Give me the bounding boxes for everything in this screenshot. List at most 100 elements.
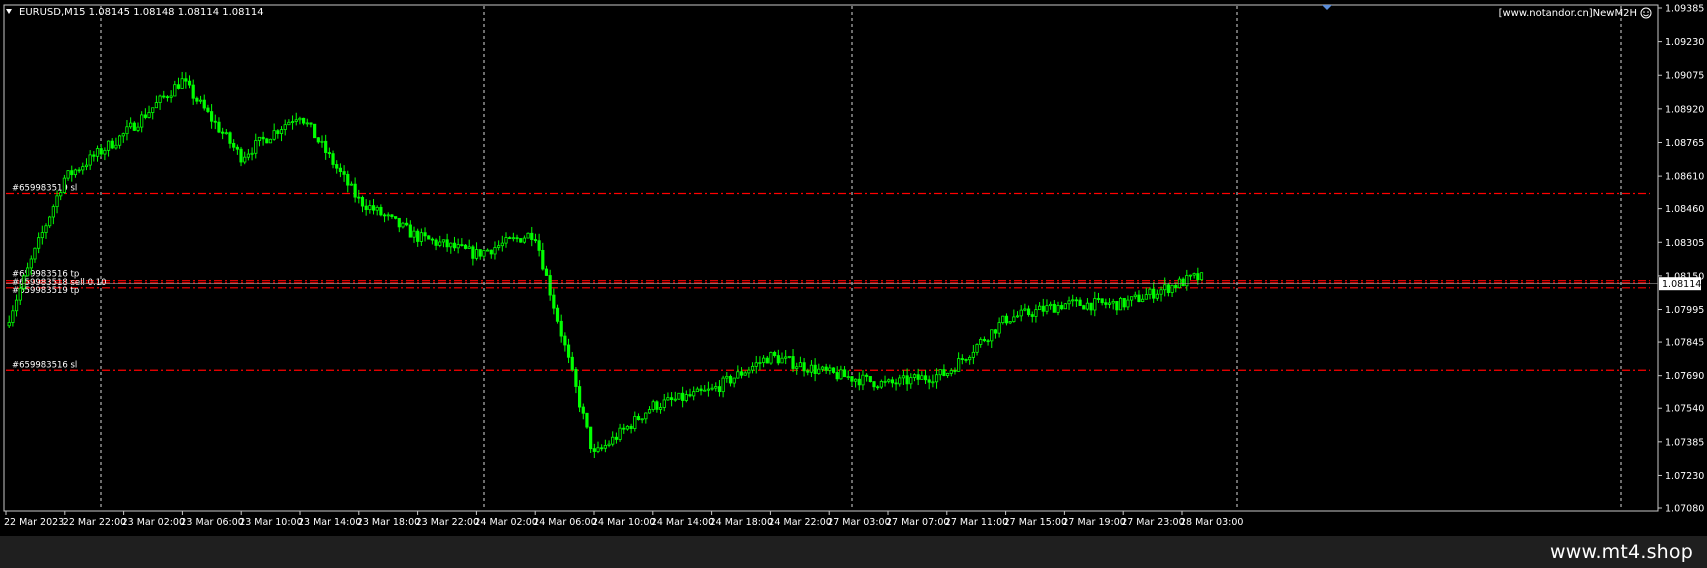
candle-body — [758, 362, 762, 364]
candle-body — [717, 386, 722, 393]
candle-body — [37, 237, 41, 249]
candle-body — [618, 427, 622, 440]
candle-body — [916, 374, 920, 380]
candle-body — [485, 249, 490, 252]
candle[interactable] — [62, 174, 67, 195]
candle-body — [934, 374, 939, 383]
candle-body — [644, 412, 648, 420]
candle[interactable] — [677, 392, 681, 400]
candle-body — [739, 371, 744, 376]
candle-body — [773, 351, 777, 356]
candle-body — [44, 225, 48, 233]
x-tick-label: 24 Mar 10:00 — [592, 517, 655, 528]
candle-body — [710, 387, 714, 390]
candle-body — [500, 242, 504, 247]
candle-body — [1152, 288, 1156, 299]
candle[interactable] — [1118, 296, 1123, 311]
candle-body — [397, 217, 401, 228]
candle-body — [206, 107, 210, 112]
candle[interactable] — [268, 138, 273, 144]
x-tick-label: 27 Mar 03:00 — [827, 517, 890, 528]
candle-body — [839, 369, 843, 380]
candle-body — [905, 375, 909, 385]
candle-body — [360, 197, 365, 207]
candle-body — [14, 299, 19, 312]
candle-body — [508, 237, 512, 239]
candle-body — [519, 238, 523, 243]
candle-body — [684, 394, 688, 401]
candle-body — [835, 372, 839, 380]
candle-body — [515, 237, 519, 240]
candle-body — [368, 205, 372, 211]
candle-body — [1115, 300, 1119, 311]
candle[interactable] — [1063, 302, 1067, 310]
candle-body — [228, 132, 232, 144]
candle[interactable] — [265, 137, 269, 144]
y-tick-label: 1.07540 — [1665, 404, 1704, 415]
candle[interactable] — [831, 367, 836, 374]
x-tick-label: 23 Mar 06:00 — [180, 517, 243, 528]
x-tick-label: 27 Mar 19:00 — [1062, 517, 1125, 528]
candle-body — [217, 121, 221, 133]
candle[interactable] — [868, 376, 872, 383]
candle-body — [463, 244, 468, 249]
y-tick-label: 1.07995 — [1665, 305, 1704, 316]
candle-body — [213, 120, 217, 123]
candle-body — [762, 357, 766, 363]
candle-body — [699, 388, 703, 392]
candle-body — [681, 392, 685, 401]
indicator-label: [www.notandor.cn]NewM2H — [1499, 8, 1637, 19]
candle-body — [103, 149, 107, 155]
candle-body — [1122, 297, 1126, 308]
candle-body — [798, 362, 803, 368]
candle-body — [250, 152, 254, 155]
candle-body — [960, 358, 964, 360]
candle[interactable] — [463, 244, 468, 250]
candle-body — [625, 425, 630, 430]
current-price-label: 1.08114 — [1662, 279, 1701, 290]
candle-body — [971, 351, 975, 358]
candle[interactable] — [22, 274, 26, 292]
candle-body — [1137, 294, 1141, 303]
candle-body — [187, 80, 192, 86]
chart-background — [0, 0, 1707, 536]
candle[interactable] — [427, 235, 431, 240]
candle[interactable] — [1199, 272, 1204, 281]
candle[interactable] — [1082, 304, 1086, 310]
candle-body — [865, 374, 869, 377]
candle-body — [754, 362, 758, 367]
candle-body — [721, 377, 725, 393]
candle[interactable] — [313, 123, 317, 139]
candle-body — [813, 364, 817, 374]
candle-body — [375, 206, 379, 211]
candle-body — [261, 136, 265, 140]
candle-body — [526, 232, 530, 239]
candle-body — [706, 388, 711, 391]
price-chart[interactable]: #659983519 sl#659983516 tp#659983518 sel… — [0, 0, 1707, 536]
candle-body — [736, 371, 740, 379]
candle[interactable] — [585, 412, 589, 429]
candle[interactable] — [519, 237, 523, 243]
candle-body — [703, 389, 707, 392]
candle-body — [81, 166, 85, 171]
candle-body — [1141, 298, 1145, 303]
candle-body — [1188, 274, 1193, 277]
candle-body — [666, 397, 670, 401]
candle-body — [1185, 275, 1189, 287]
candle-body — [283, 124, 287, 130]
candle-body — [1177, 278, 1182, 289]
candle-body — [846, 376, 850, 379]
candle-body — [728, 375, 733, 384]
y-tick-label: 1.09385 — [1665, 4, 1704, 15]
candle-body — [125, 126, 129, 135]
candle-body — [651, 401, 655, 410]
candle-body — [1060, 305, 1064, 310]
x-tick-label: 27 Mar 15:00 — [1004, 517, 1067, 528]
candle-body — [287, 121, 291, 126]
candle[interactable] — [526, 232, 530, 239]
candle[interactable] — [769, 351, 773, 365]
y-tick-label: 1.07690 — [1665, 371, 1704, 382]
candle-body — [1019, 309, 1023, 317]
candle-body — [942, 369, 946, 376]
candle-body — [923, 375, 928, 381]
